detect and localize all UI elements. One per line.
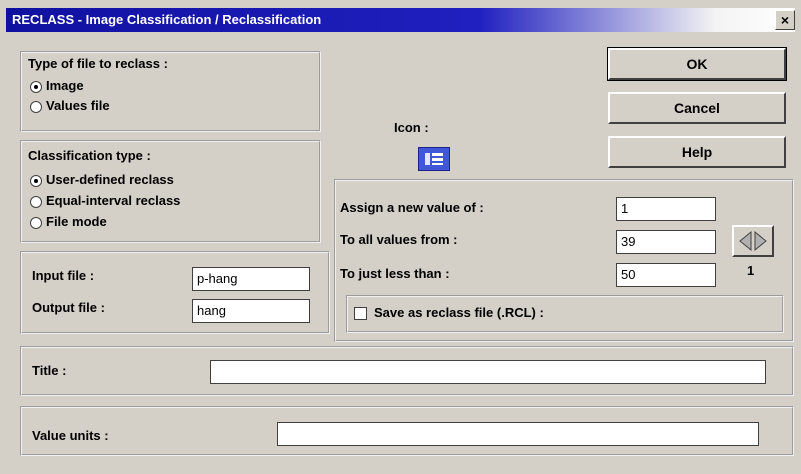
save-rcl-checkbox[interactable] — [354, 307, 367, 320]
ok-button[interactable]: OK — [607, 47, 787, 81]
radio-user-defined[interactable] — [30, 175, 42, 187]
classification-heading: Classification type : — [28, 148, 151, 163]
window-title: RECLASS - Image Classification / Reclass… — [12, 12, 322, 27]
radio-file-mode[interactable] — [30, 217, 42, 229]
assign-values-group: Assign a new value of : 1 To all values … — [334, 179, 794, 342]
left-right-arrows-icon — [739, 230, 767, 252]
input-file-label: Input file : — [32, 268, 95, 283]
icon-label: Icon : — [394, 120, 429, 135]
reclass-dialog: RECLASS - Image Classification / Reclass… — [0, 0, 801, 474]
less-than-label: To just less than : — [340, 266, 450, 281]
assign-new-value-label: Assign a new value of : — [340, 200, 484, 215]
value-units-field[interactable] — [277, 422, 759, 446]
radio-values-file-label[interactable]: Values file — [46, 98, 110, 113]
radio-image[interactable] — [30, 81, 42, 93]
classification-type-group: Classification type : User-defined recla… — [20, 140, 321, 243]
radio-equal-interval-label[interactable]: Equal-interval reclass — [46, 193, 180, 208]
title-field[interactable] — [210, 360, 766, 384]
radio-equal-interval[interactable] — [30, 196, 42, 208]
step-value: 1 — [747, 263, 755, 278]
less-than-field[interactable]: 50 — [616, 263, 716, 287]
file-type-heading: Type of file to reclass : — [28, 56, 168, 71]
step-arrows-button[interactable] — [732, 225, 774, 257]
radio-values-file[interactable] — [30, 101, 42, 113]
title-group: Title : — [20, 346, 794, 396]
list-icon[interactable] — [418, 147, 450, 171]
title-bar[interactable]: RECLASS - Image Classification / Reclass… — [6, 8, 795, 32]
title-label: Title : — [32, 363, 67, 378]
output-file-field[interactable]: hang — [192, 299, 310, 323]
new-value-field[interactable]: 1 — [616, 197, 716, 221]
from-values-label: To all values from : — [340, 232, 458, 247]
save-rcl-label[interactable]: Save as reclass file (.RCL) : — [374, 305, 544, 320]
close-button[interactable]: × — [775, 10, 795, 30]
radio-file-mode-label[interactable]: File mode — [46, 214, 107, 229]
file-type-group: Type of file to reclass : Image Values f… — [20, 51, 321, 132]
save-rcl-group: Save as reclass file (.RCL) : — [346, 295, 784, 333]
files-group: Input file : p-hang Output file : hang — [20, 251, 330, 334]
from-value-field[interactable]: 39 — [616, 230, 716, 254]
cancel-button[interactable]: Cancel — [608, 92, 786, 124]
radio-user-defined-label[interactable]: User-defined reclass — [46, 172, 174, 187]
output-file-label: Output file : — [32, 300, 105, 315]
value-units-label: Value units : — [32, 428, 109, 443]
value-units-group: Value units : — [20, 406, 794, 456]
radio-image-label[interactable]: Image — [46, 78, 84, 93]
help-button[interactable]: Help — [608, 136, 786, 168]
input-file-field[interactable]: p-hang — [192, 267, 310, 291]
